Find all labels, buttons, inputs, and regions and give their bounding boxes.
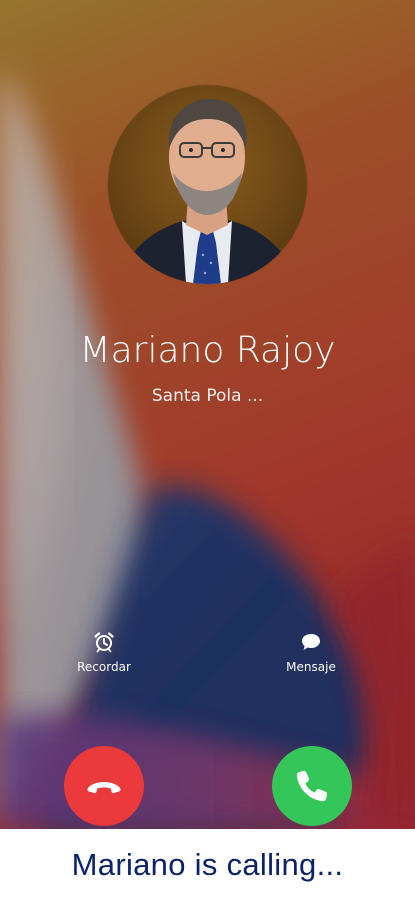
message-label: Mensaje bbox=[286, 660, 336, 674]
phone-hangup-icon bbox=[87, 782, 121, 794]
remind-me-button[interactable]: Recordar bbox=[54, 630, 154, 674]
caller-name: Mariano Rajoy bbox=[79, 330, 336, 371]
phone-icon bbox=[296, 770, 328, 802]
decline-call-button[interactable] bbox=[64, 746, 144, 826]
caller-avatar bbox=[108, 85, 307, 284]
accept-call-button[interactable] bbox=[272, 746, 352, 826]
caller-location: Santa Pola ... bbox=[151, 386, 264, 406]
remind-me-label: Recordar bbox=[77, 660, 131, 674]
calling-caption: Mariano is calling... bbox=[0, 829, 415, 900]
incoming-call-screen: Mariano Rajoy Santa Pola ... Recordar Me… bbox=[0, 0, 415, 829]
calling-caption-text: Mariano is calling... bbox=[71, 846, 344, 882]
alarm-clock-icon bbox=[94, 632, 114, 653]
chat-bubble-icon bbox=[302, 634, 320, 650]
message-button[interactable]: Mensaje bbox=[261, 630, 361, 674]
caller-photo bbox=[118, 99, 298, 284]
